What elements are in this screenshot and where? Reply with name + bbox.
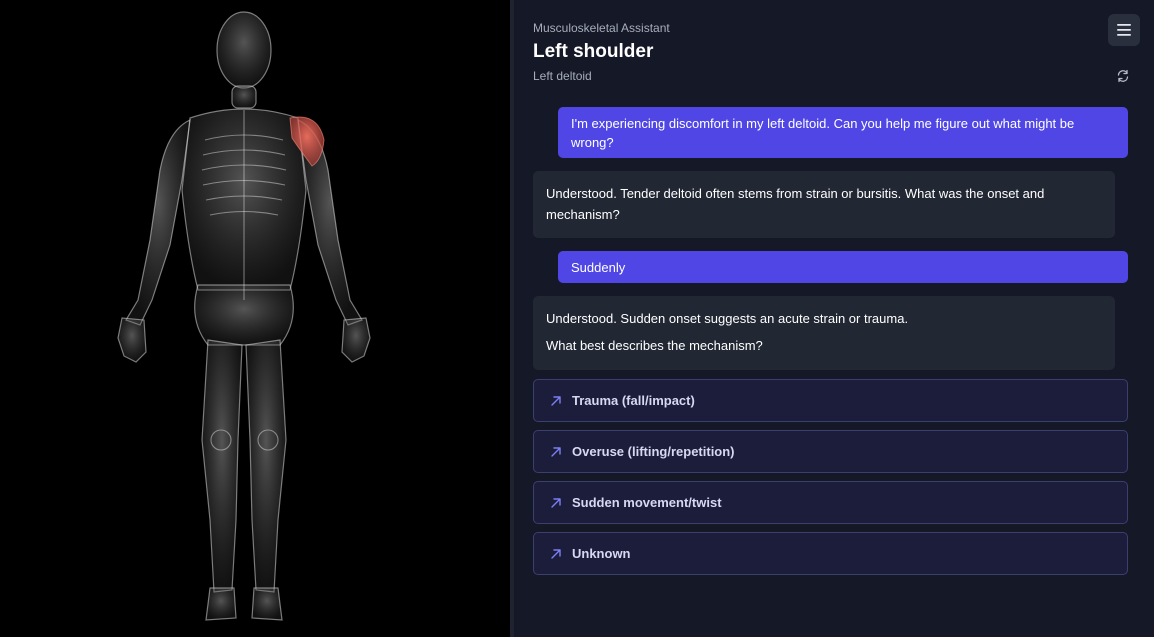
refresh-button[interactable] [1114,67,1132,85]
arrow-up-right-icon [549,394,563,408]
assistant-panel: Musculoskeletal Assistant Left shoulder … [514,0,1154,637]
message-text: Suddenly [571,260,626,275]
message-text: Understood. Sudden onset suggests an acu… [546,311,909,326]
assistant-message: Understood. Tender deltoid often stems f… [533,171,1115,238]
app-name: Musculoskeletal Assistant [533,21,670,35]
option-label: Unknown [572,546,631,561]
arrow-up-right-icon [549,547,563,561]
option-label: Overuse (lifting/repetition) [572,444,735,459]
message-text: I'm experiencing discomfort in my left d… [571,116,1075,150]
refresh-icon [1117,69,1129,83]
arrow-up-right-icon [549,445,563,459]
option-sudden-movement[interactable]: Sudden movement/twist [533,481,1128,524]
user-message: I'm experiencing discomfort in my left d… [558,107,1128,158]
page-subtitle: Left deltoid [533,69,592,83]
hamburger-menu-icon [1117,24,1131,36]
menu-button[interactable] [1108,14,1140,46]
message-text: What best describes the mechanism? [546,338,763,353]
skeleton-model[interactable] [0,0,510,637]
user-message: Suddenly [558,251,1128,283]
option-unknown[interactable]: Unknown [533,532,1128,575]
anatomy-viewer[interactable] [0,0,510,637]
option-overuse[interactable]: Overuse (lifting/repetition) [533,430,1128,473]
arrow-up-right-icon [549,496,563,510]
option-label: Trauma (fall/impact) [572,393,695,408]
option-trauma[interactable]: Trauma (fall/impact) [533,379,1128,422]
message-text: Understood. Tender deltoid often stems f… [546,186,1045,222]
option-label: Sudden movement/twist [572,495,722,510]
page-title: Left shoulder [533,41,654,62]
assistant-message: Understood. Sudden onset suggests an acu… [533,296,1115,370]
